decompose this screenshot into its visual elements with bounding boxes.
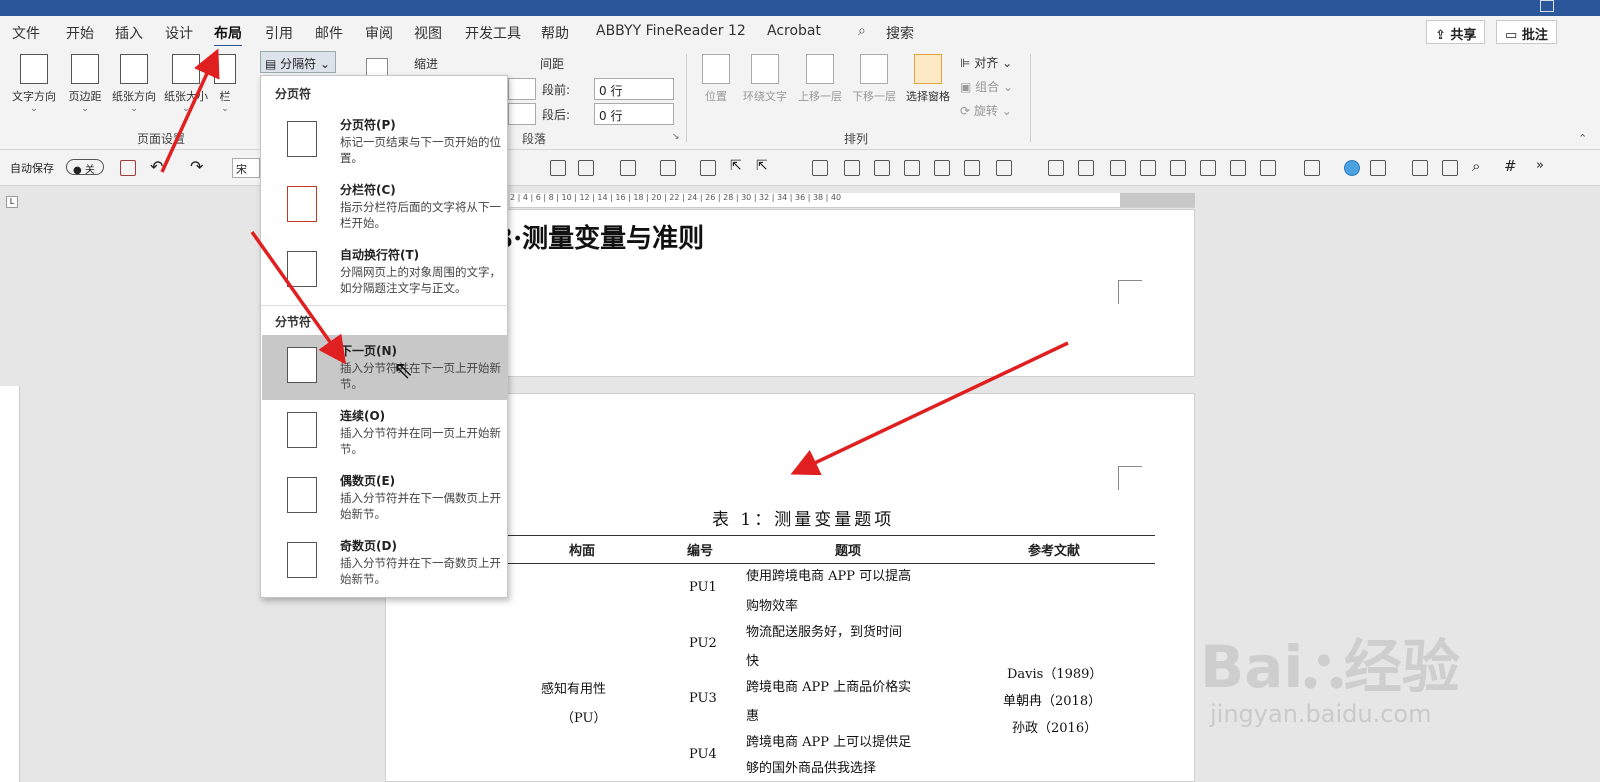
annotation-arrow: [790, 341, 1069, 476]
annotation-arrow: [160, 48, 220, 173]
watermark-url: jingyan.baidu.com: [1210, 700, 1432, 728]
annotation-arrow: [250, 230, 347, 365]
paw-icon: ⛬: [1303, 633, 1344, 701]
watermark-logo: Bai⛬经验: [1200, 633, 1460, 701]
